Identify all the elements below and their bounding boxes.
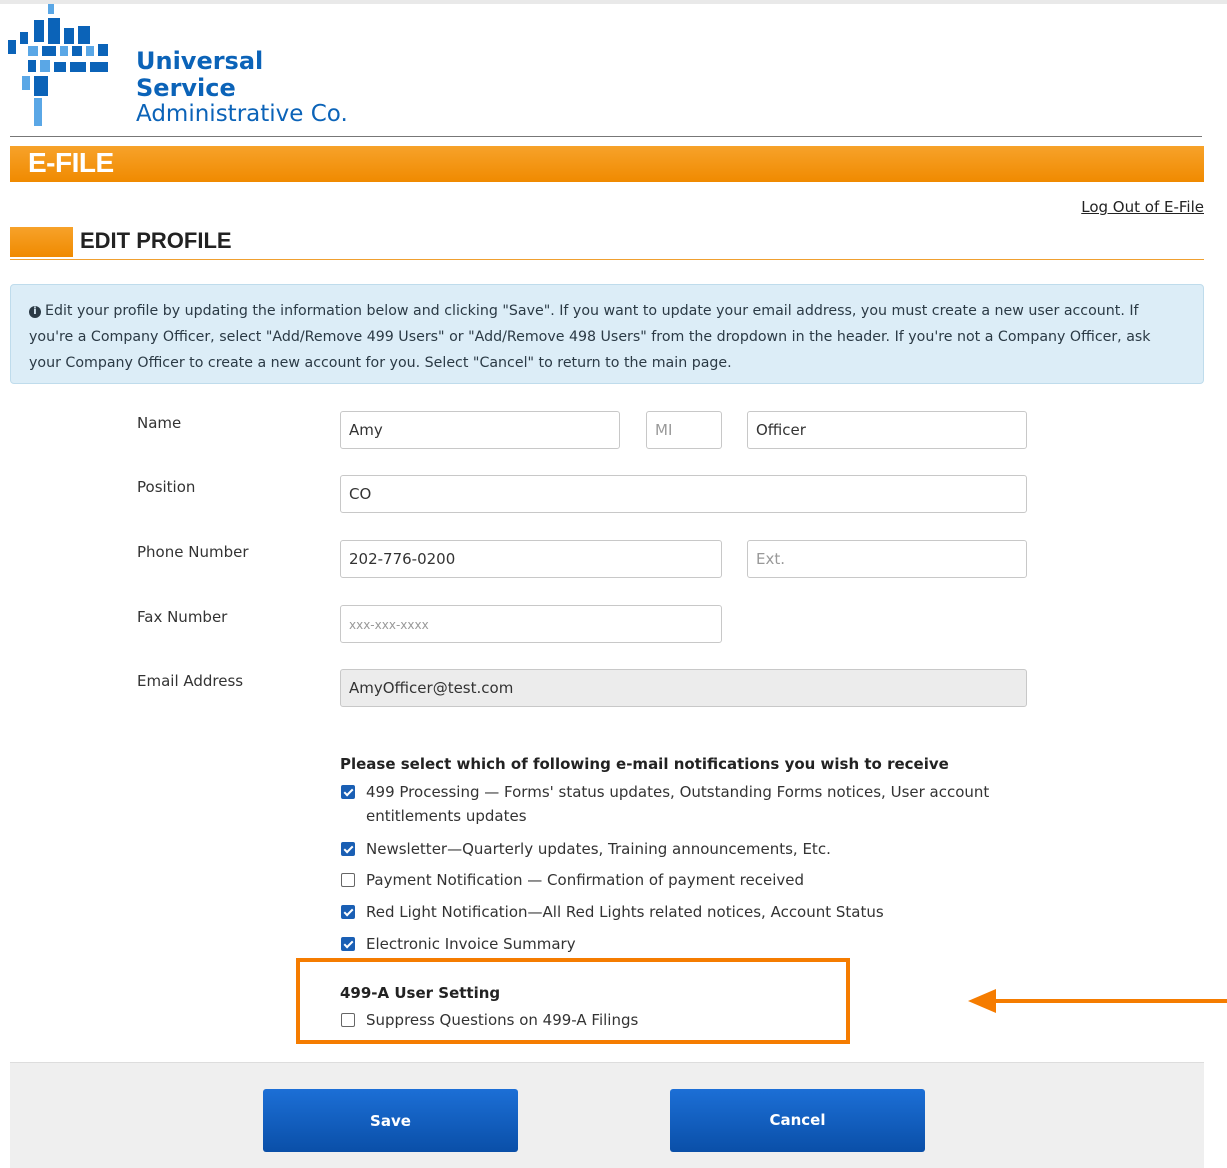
email-label: Email Address xyxy=(137,672,244,690)
notification-option[interactable]: Newsletter—Quarterly updates, Training a… xyxy=(341,837,831,861)
save-button[interactable]: Save xyxy=(263,1089,518,1152)
efile-banner: E-FILE xyxy=(10,146,1204,182)
phone-label: Phone Number xyxy=(137,543,249,561)
checkbox[interactable] xyxy=(341,937,355,951)
usac-logo: Universal Service Administrative Co. xyxy=(8,4,368,128)
user-setting-label: Suppress Questions on 499-A Filings xyxy=(366,1011,639,1029)
notification-label: 499 Processing — Forms' status updates, … xyxy=(366,783,990,825)
checkbox[interactable] xyxy=(341,873,355,887)
notification-option[interactable]: 499 Processing — Forms' status updates, … xyxy=(341,780,1021,828)
user-setting-heading: 499-A User Setting xyxy=(340,984,501,1002)
title-underline xyxy=(10,259,1204,260)
notifications-heading: Please select which of following e-mail … xyxy=(340,755,949,773)
cancel-button[interactable]: Cancel xyxy=(670,1089,925,1152)
fax-label: Fax Number xyxy=(137,608,228,626)
last-name-input[interactable] xyxy=(747,411,1027,449)
checkbox[interactable] xyxy=(341,785,355,799)
position-input[interactable] xyxy=(340,475,1027,513)
phone-input[interactable] xyxy=(340,540,722,578)
notification-label: Newsletter—Quarterly updates, Training a… xyxy=(366,840,831,858)
checkbox[interactable] xyxy=(341,842,355,856)
notification-option[interactable]: Electronic Invoice Summary xyxy=(341,932,576,956)
name-label: Name xyxy=(137,414,182,432)
phone-ext-input[interactable] xyxy=(747,540,1027,578)
middle-initial-input[interactable] xyxy=(646,411,722,449)
logout-link[interactable]: Log Out of E-File xyxy=(1081,198,1204,216)
checkbox[interactable] xyxy=(341,1013,355,1027)
email-input[interactable] xyxy=(340,669,1027,707)
notification-option[interactable]: Red Light Notification—All Red Lights re… xyxy=(341,900,884,924)
position-label: Position xyxy=(137,478,196,496)
first-name-input[interactable] xyxy=(340,411,620,449)
info-circle-icon: i xyxy=(29,306,41,318)
form-footer xyxy=(10,1062,1204,1168)
user-setting-option[interactable]: Suppress Questions on 499-A Filings xyxy=(341,1008,638,1032)
checkbox[interactable] xyxy=(341,905,355,919)
logo-name-line1: Universal Service xyxy=(136,47,264,102)
title-accent xyxy=(10,227,73,257)
logo-name-line2: Administrative Co. xyxy=(136,100,348,127)
page-title: EDIT PROFILE xyxy=(80,228,232,253)
fax-input[interactable] xyxy=(340,605,722,643)
info-alert: i Edit your profile by updating the infor… xyxy=(10,284,1204,384)
info-text: Edit your profile by updating the inform… xyxy=(29,303,1151,371)
arrow-left-icon xyxy=(968,989,1227,1013)
header-divider xyxy=(10,136,1202,137)
usac-logo-mark-icon xyxy=(8,4,108,126)
notification-label: Electronic Invoice Summary xyxy=(366,935,576,953)
notification-label: Payment Notification — Confirmation of p… xyxy=(366,871,805,889)
efile-title: E-FILE xyxy=(28,147,114,178)
notification-label: Red Light Notification—All Red Lights re… xyxy=(366,903,884,921)
notification-option[interactable]: Payment Notification — Confirmation of p… xyxy=(341,868,804,892)
